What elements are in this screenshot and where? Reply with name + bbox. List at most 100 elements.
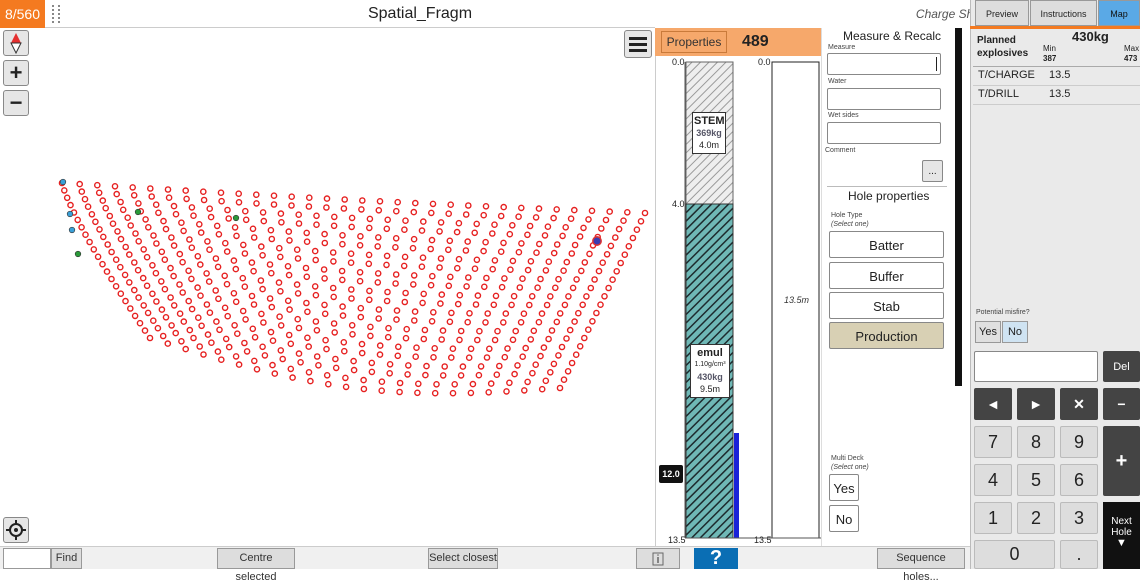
blast-hole[interactable] bbox=[471, 265, 479, 272]
blast-hole[interactable] bbox=[419, 254, 427, 261]
blast-hole[interactable] bbox=[419, 299, 426, 307]
blast-hole[interactable] bbox=[532, 361, 540, 369]
blast-hole[interactable] bbox=[61, 187, 68, 194]
blast-hole[interactable] bbox=[512, 327, 520, 335]
blast-hole[interactable] bbox=[239, 307, 247, 315]
blast-hole[interactable] bbox=[122, 297, 129, 305]
blast-hole[interactable] bbox=[241, 283, 249, 291]
blast-hole[interactable] bbox=[394, 198, 402, 206]
blast-hole[interactable] bbox=[401, 298, 409, 306]
blast-hole[interactable] bbox=[374, 243, 382, 250]
blast-hole[interactable] bbox=[321, 310, 329, 318]
blast-hole[interactable] bbox=[542, 377, 550, 385]
blast-hole[interactable] bbox=[287, 340, 295, 348]
blast-hole[interactable] bbox=[129, 184, 136, 191]
blast-hole[interactable] bbox=[96, 226, 103, 233]
blast-hole[interactable] bbox=[76, 180, 83, 188]
blast-hole[interactable] bbox=[287, 365, 295, 373]
key-9[interactable]: 9 bbox=[1060, 426, 1098, 458]
blast-hole[interactable] bbox=[153, 298, 160, 305]
blast-hole[interactable] bbox=[185, 267, 192, 275]
blast-hole[interactable] bbox=[609, 276, 616, 283]
blast-hole[interactable] bbox=[143, 253, 151, 261]
blast-hole[interactable] bbox=[585, 216, 592, 223]
blast-hole[interactable] bbox=[340, 205, 348, 212]
blast-hole[interactable] bbox=[384, 333, 392, 341]
blast-hole[interactable] bbox=[260, 319, 267, 326]
blast-hole[interactable] bbox=[144, 223, 152, 231]
blast-hole[interactable] bbox=[485, 388, 493, 396]
blast-hole[interactable] bbox=[545, 258, 553, 265]
blast-hole[interactable] bbox=[581, 334, 588, 342]
blast-hole[interactable] bbox=[550, 214, 557, 222]
blast-hole[interactable] bbox=[492, 292, 500, 300]
blast-hole[interactable] bbox=[136, 319, 144, 327]
blast-hole[interactable] bbox=[150, 232, 157, 239]
right-arrow-key[interactable]: ► bbox=[1017, 388, 1055, 420]
blast-hole[interactable] bbox=[620, 217, 627, 224]
blast-hole[interactable] bbox=[321, 275, 328, 282]
blast-hole[interactable] bbox=[135, 200, 142, 207]
blast-hole[interactable] bbox=[488, 230, 496, 237]
blast-hole[interactable] bbox=[330, 222, 338, 230]
blast-hole[interactable] bbox=[270, 192, 278, 199]
blast-hole[interactable] bbox=[501, 275, 508, 282]
blast-hole[interactable] bbox=[392, 243, 399, 251]
blast-hole[interactable] bbox=[302, 264, 310, 272]
blast-hole[interactable] bbox=[251, 333, 259, 341]
blast-hole[interactable] bbox=[544, 223, 552, 230]
blast-hole[interactable] bbox=[323, 371, 331, 379]
blast-hole[interactable] bbox=[250, 357, 258, 365]
blast-hole[interactable] bbox=[140, 246, 147, 253]
blast-hole[interactable] bbox=[194, 284, 201, 291]
blast-hole[interactable] bbox=[257, 243, 265, 250]
blast-hole[interactable] bbox=[94, 253, 102, 261]
blast-hole[interactable] bbox=[553, 318, 561, 326]
blast-hole[interactable] bbox=[491, 336, 499, 344]
blast-hole[interactable] bbox=[124, 214, 131, 221]
blast-hole[interactable] bbox=[518, 204, 525, 212]
blast-hole[interactable] bbox=[253, 365, 261, 373]
blast-hole[interactable] bbox=[585, 326, 592, 334]
blast-hole[interactable] bbox=[547, 293, 554, 300]
blast-hole[interactable] bbox=[607, 242, 615, 250]
blast-hole[interactable] bbox=[230, 257, 238, 264]
blast-hole[interactable] bbox=[386, 360, 394, 368]
blast-hole[interactable] bbox=[445, 210, 453, 217]
zoom-in-icon[interactable]: + bbox=[3, 60, 29, 86]
blast-hole[interactable] bbox=[84, 203, 92, 210]
blast-hole[interactable] bbox=[212, 255, 220, 262]
blast-hole[interactable] bbox=[350, 366, 358, 374]
blast-hole[interactable] bbox=[578, 267, 585, 275]
blast-hole[interactable] bbox=[624, 208, 631, 216]
blast-hole[interactable] bbox=[558, 343, 566, 351]
blast-hole[interactable] bbox=[358, 197, 366, 204]
blast-hole[interactable] bbox=[188, 275, 195, 283]
blast-hole[interactable] bbox=[482, 202, 490, 210]
blast-hole[interactable] bbox=[170, 202, 178, 210]
blast-hole[interactable] bbox=[404, 362, 412, 369]
blast-hole[interactable] bbox=[208, 339, 215, 347]
blast-hole[interactable] bbox=[329, 249, 337, 256]
blast-hole[interactable] bbox=[396, 388, 403, 396]
blast-hole[interactable] bbox=[545, 335, 552, 343]
blast-hole[interactable] bbox=[106, 212, 114, 220]
blast-hole[interactable] bbox=[448, 309, 455, 317]
blast-hole[interactable] bbox=[412, 353, 420, 361]
blast-hole[interactable] bbox=[233, 330, 241, 338]
blast-hole[interactable] bbox=[428, 317, 436, 325]
blast-hole[interactable] bbox=[295, 350, 303, 357]
blast-hole[interactable] bbox=[241, 339, 248, 347]
blast-hole[interactable] bbox=[130, 191, 138, 199]
blast-hole[interactable] bbox=[507, 266, 514, 273]
blast-hole[interactable] bbox=[418, 263, 426, 270]
blast-hole[interactable] bbox=[284, 297, 292, 305]
blast-hole[interactable] bbox=[449, 345, 457, 353]
blast-hole[interactable] bbox=[214, 263, 222, 271]
blast-hole[interactable] bbox=[176, 250, 184, 258]
blast-hole[interactable] bbox=[144, 309, 152, 317]
blast-hole[interactable] bbox=[111, 182, 119, 190]
blast-hole[interactable] bbox=[248, 259, 256, 266]
blast-hole[interactable] bbox=[378, 378, 386, 386]
blast-hole[interactable] bbox=[142, 216, 149, 223]
